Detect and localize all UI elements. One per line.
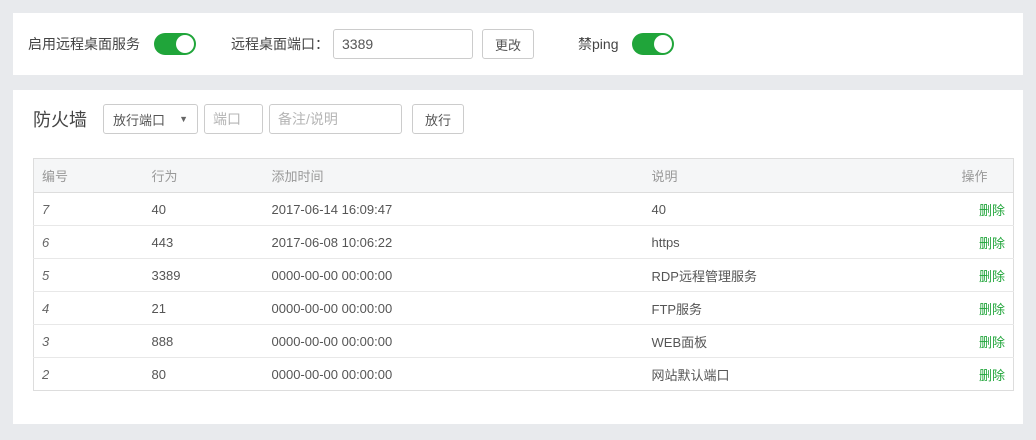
cell-action: 3389	[144, 259, 264, 292]
header-note: 说明	[644, 159, 954, 193]
delete-link[interactable]: 删除	[979, 368, 1005, 383]
table-row: 7 40 2017-06-14 16:09:47 40 删除	[34, 193, 1014, 226]
cell-action: 80	[144, 358, 264, 391]
toggle-knob	[176, 35, 194, 53]
firewall-panel: 防火墙 放行端口 ▼ 放行 编号 行为 添加时间 说明 操作 7 40 2017…	[13, 90, 1023, 424]
table-header-row: 编号 行为 添加时间 说明 操作	[34, 159, 1014, 193]
note-input[interactable]	[269, 104, 402, 134]
rule-type-select-value: 放行端口	[113, 110, 165, 129]
table-row: 2 80 0000-00-00 00:00:00 网站默认端口 删除	[34, 358, 1014, 391]
firewall-title: 防火墙	[33, 106, 87, 132]
disable-ping-toggle[interactable]	[632, 33, 674, 55]
cell-added: 2017-06-08 10:06:22	[264, 226, 644, 259]
header-id: 编号	[34, 159, 144, 193]
cell-note: 40	[644, 193, 954, 226]
enable-remote-desktop-label: 启用远程桌面服务	[28, 34, 140, 54]
cell-action: 888	[144, 325, 264, 358]
cell-note: FTP服务	[644, 292, 954, 325]
chevron-down-icon: ▼	[179, 114, 188, 124]
cell-id: 4	[34, 292, 144, 325]
cell-added: 0000-00-00 00:00:00	[264, 325, 644, 358]
cell-id: 5	[34, 259, 144, 292]
cell-id: 3	[34, 325, 144, 358]
table-row: 3 888 0000-00-00 00:00:00 WEB面板 删除	[34, 325, 1014, 358]
table-row: 6 443 2017-06-08 10:06:22 https 删除	[34, 226, 1014, 259]
cell-note: RDP远程管理服务	[644, 259, 954, 292]
delete-link[interactable]: 删除	[979, 269, 1005, 284]
firewall-table-body: 7 40 2017-06-14 16:09:47 40 删除 6 443 201…	[34, 193, 1014, 391]
remote-desktop-port-input[interactable]	[333, 29, 473, 59]
allow-button[interactable]: 放行	[412, 104, 464, 134]
remote-desktop-port-label: 远程桌面端口：	[231, 34, 329, 54]
disable-ping-label: 禁ping	[578, 34, 618, 54]
cell-note: https	[644, 226, 954, 259]
port-input[interactable]	[204, 104, 263, 134]
cell-id: 6	[34, 226, 144, 259]
change-port-button[interactable]: 更改	[482, 29, 534, 59]
cell-added: 0000-00-00 00:00:00	[264, 259, 644, 292]
cell-added: 0000-00-00 00:00:00	[264, 358, 644, 391]
cell-added: 0000-00-00 00:00:00	[264, 292, 644, 325]
cell-id: 7	[34, 193, 144, 226]
table-row: 5 3389 0000-00-00 00:00:00 RDP远程管理服务 删除	[34, 259, 1014, 292]
header-op: 操作	[954, 159, 1014, 193]
table-row: 4 21 0000-00-00 00:00:00 FTP服务 删除	[34, 292, 1014, 325]
remote-desktop-panel: 启用远程桌面服务 远程桌面端口： 更改 禁ping	[13, 13, 1023, 75]
delete-link[interactable]: 删除	[979, 335, 1005, 350]
enable-remote-desktop-toggle[interactable]	[154, 33, 196, 55]
cell-action: 443	[144, 226, 264, 259]
header-action: 行为	[144, 159, 264, 193]
delete-link[interactable]: 删除	[979, 236, 1005, 251]
cell-added: 2017-06-14 16:09:47	[264, 193, 644, 226]
cell-id: 2	[34, 358, 144, 391]
header-added: 添加时间	[264, 159, 644, 193]
firewall-rules-table: 编号 行为 添加时间 说明 操作 7 40 2017-06-14 16:09:4…	[33, 158, 1014, 391]
delete-link[interactable]: 删除	[979, 203, 1005, 218]
rule-type-select[interactable]: 放行端口 ▼	[103, 104, 198, 134]
delete-link[interactable]: 删除	[979, 302, 1005, 317]
cell-action: 21	[144, 292, 264, 325]
cell-note: WEB面板	[644, 325, 954, 358]
cell-note: 网站默认端口	[644, 358, 954, 391]
toggle-knob	[654, 35, 672, 53]
firewall-toolbar: 防火墙 放行端口 ▼ 放行	[33, 104, 1003, 134]
cell-action: 40	[144, 193, 264, 226]
